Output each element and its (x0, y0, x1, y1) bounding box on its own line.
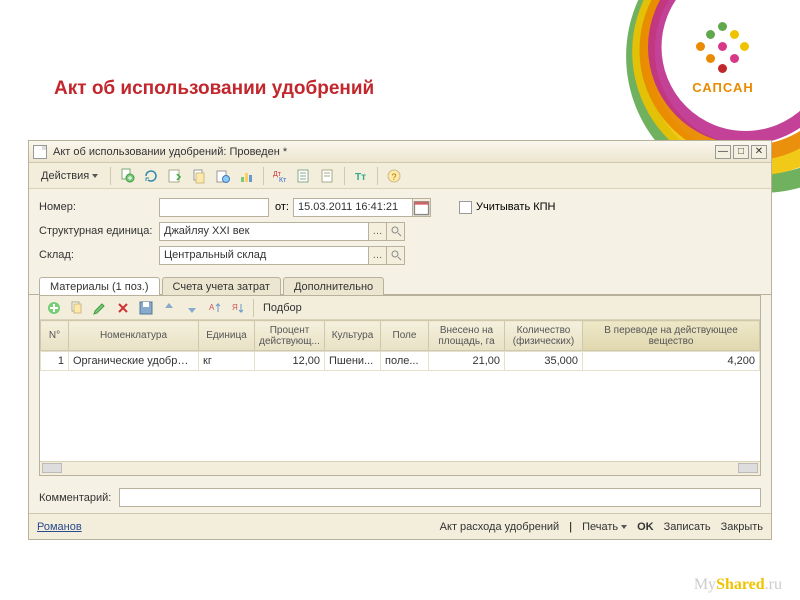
link-icon[interactable] (213, 166, 233, 186)
add-row-icon[interactable] (44, 298, 64, 318)
brand-logo: САПСАН (688, 22, 758, 95)
document-icon (33, 145, 47, 159)
tab-additional[interactable]: Дополнительно (283, 277, 384, 295)
kpn-label: Учитывать КПН (476, 201, 556, 213)
col-field[interactable]: Поле (381, 321, 429, 351)
ok-button[interactable]: OK (637, 521, 654, 533)
maximize-button[interactable]: □ (733, 145, 749, 159)
move-down-icon[interactable] (182, 298, 202, 318)
comment-label: Комментарий: (39, 492, 119, 504)
brand-text: САПСАН (688, 80, 758, 95)
materials-table: N° Номенклатура Единица Процент действую… (40, 320, 760, 351)
org-lookup-button[interactable]: … (369, 222, 387, 241)
save-button[interactable]: Записать (664, 521, 711, 533)
close-window-button[interactable]: Закрыть (721, 521, 763, 533)
warehouse-lookup-button[interactable]: … (369, 246, 387, 265)
user-link[interactable]: Романов (37, 521, 82, 533)
minimize-button[interactable]: — (715, 145, 731, 159)
edit-row-icon[interactable] (90, 298, 110, 318)
svg-text:?: ? (392, 172, 397, 182)
titlebar: Акт об использовании удобрений: Проведен… (29, 141, 771, 163)
col-unit[interactable]: Единица (199, 321, 255, 351)
main-toolbar: Действия ДтКт Tт ? (29, 163, 771, 189)
basis-icon[interactable] (189, 166, 209, 186)
help-icon[interactable]: ? (384, 166, 404, 186)
page-title: Акт об использовании удобрений (54, 78, 374, 100)
table-row[interactable]: 1 Органические удобрения кг 12,00 Пшени.… (41, 352, 760, 371)
report-icon[interactable] (318, 166, 338, 186)
warehouse-search-button[interactable] (387, 246, 405, 265)
number-label: Номер: (39, 201, 159, 213)
svg-text:Кт: Кт (279, 177, 287, 184)
col-qty[interactable]: Количество (физических) (505, 321, 583, 351)
col-percent[interactable]: Процент действующ... (255, 321, 325, 351)
tt-icon[interactable]: Tт (351, 166, 371, 186)
col-nomen[interactable]: Номенклатура (69, 321, 199, 351)
print-button[interactable]: Печать (582, 521, 627, 533)
expense-act-button[interactable]: Акт расхода удобрений (440, 521, 560, 533)
ledger-icon[interactable]: ДтКт (270, 166, 290, 186)
chart-icon[interactable] (237, 166, 257, 186)
move-up-icon[interactable] (159, 298, 179, 318)
col-n[interactable]: N° (41, 321, 69, 351)
warehouse-label: Склад: (39, 249, 159, 261)
window-title: Акт об использовании удобрений: Проведен… (53, 146, 713, 158)
sort-desc-icon[interactable]: Я (228, 298, 248, 318)
svg-text:Tт: Tт (355, 172, 366, 183)
org-field[interactable] (159, 222, 369, 241)
svg-text:А: А (209, 303, 215, 312)
date-field[interactable] (293, 198, 413, 217)
number-field[interactable] (159, 198, 269, 217)
kpn-checkbox[interactable] (459, 201, 472, 214)
date-picker-button[interactable] (413, 198, 431, 217)
actions-menu[interactable]: Действия (35, 168, 104, 184)
comment-field[interactable] (119, 488, 761, 507)
svg-text:Я: Я (232, 303, 238, 312)
refresh-icon[interactable] (141, 166, 161, 186)
copy-row-icon[interactable] (67, 298, 87, 318)
org-label: Структурная единица: (39, 225, 159, 237)
doc-list-icon[interactable] (294, 166, 314, 186)
save-row-icon[interactable] (136, 298, 156, 318)
sort-asc-icon[interactable]: А (205, 298, 225, 318)
close-button[interactable]: ✕ (751, 145, 767, 159)
col-active[interactable]: В переводе на действующее вещество (583, 321, 760, 351)
org-search-button[interactable] (387, 222, 405, 241)
actions-label: Действия (41, 170, 89, 182)
warehouse-field[interactable] (159, 246, 369, 265)
tab-accounts[interactable]: Счета учета затрат (162, 277, 281, 295)
chevron-down-icon (92, 174, 98, 178)
tab-materials[interactable]: Материалы (1 поз.) (39, 277, 160, 295)
select-button[interactable]: Подбор (259, 302, 306, 314)
post-icon[interactable] (165, 166, 185, 186)
chevron-down-icon (621, 525, 627, 529)
from-label: от: (269, 201, 293, 213)
col-applied[interactable]: Внесено на площадь, га (429, 321, 505, 351)
new-icon[interactable] (117, 166, 137, 186)
watermark: MyShared.ru (694, 576, 782, 594)
delete-row-icon[interactable] (113, 298, 133, 318)
col-culture[interactable]: Культура (325, 321, 381, 351)
horizontal-scrollbar[interactable] (40, 461, 760, 475)
app-window: Акт об использовании удобрений: Проведен… (28, 140, 772, 540)
